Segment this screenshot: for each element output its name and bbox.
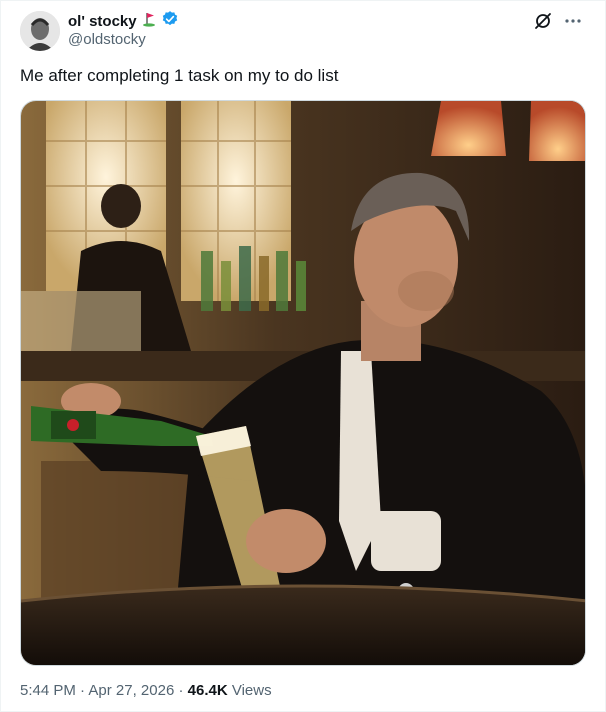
display-name[interactable]: ol' stocky	[68, 13, 137, 30]
views-count[interactable]: 46.4K	[188, 682, 228, 699]
tweet-card[interactable]: ol' stocky @oldstocky Me after completin…	[0, 0, 606, 712]
user-handle[interactable]: @oldstocky	[68, 31, 146, 48]
meta-separator: ·	[75, 682, 89, 699]
grok-icon[interactable]	[533, 11, 553, 31]
more-icon[interactable]	[563, 11, 583, 31]
tweet-text: Me after completing 1 task on my to do l…	[20, 66, 339, 85]
avatar[interactable]	[20, 11, 60, 51]
meta-separator: ·	[174, 682, 188, 699]
tweet-date[interactable]: Apr 27, 2026	[88, 682, 174, 699]
tweet-meta: 5:44 PM · Apr 27, 2026 · 46.4K Views	[20, 682, 272, 699]
verified-badge-icon	[161, 10, 179, 33]
golf-flag-icon	[141, 11, 157, 32]
views-label: Views	[227, 682, 272, 699]
tweet-time[interactable]: 5:44 PM	[20, 682, 76, 699]
tweet-image[interactable]	[20, 100, 586, 666]
